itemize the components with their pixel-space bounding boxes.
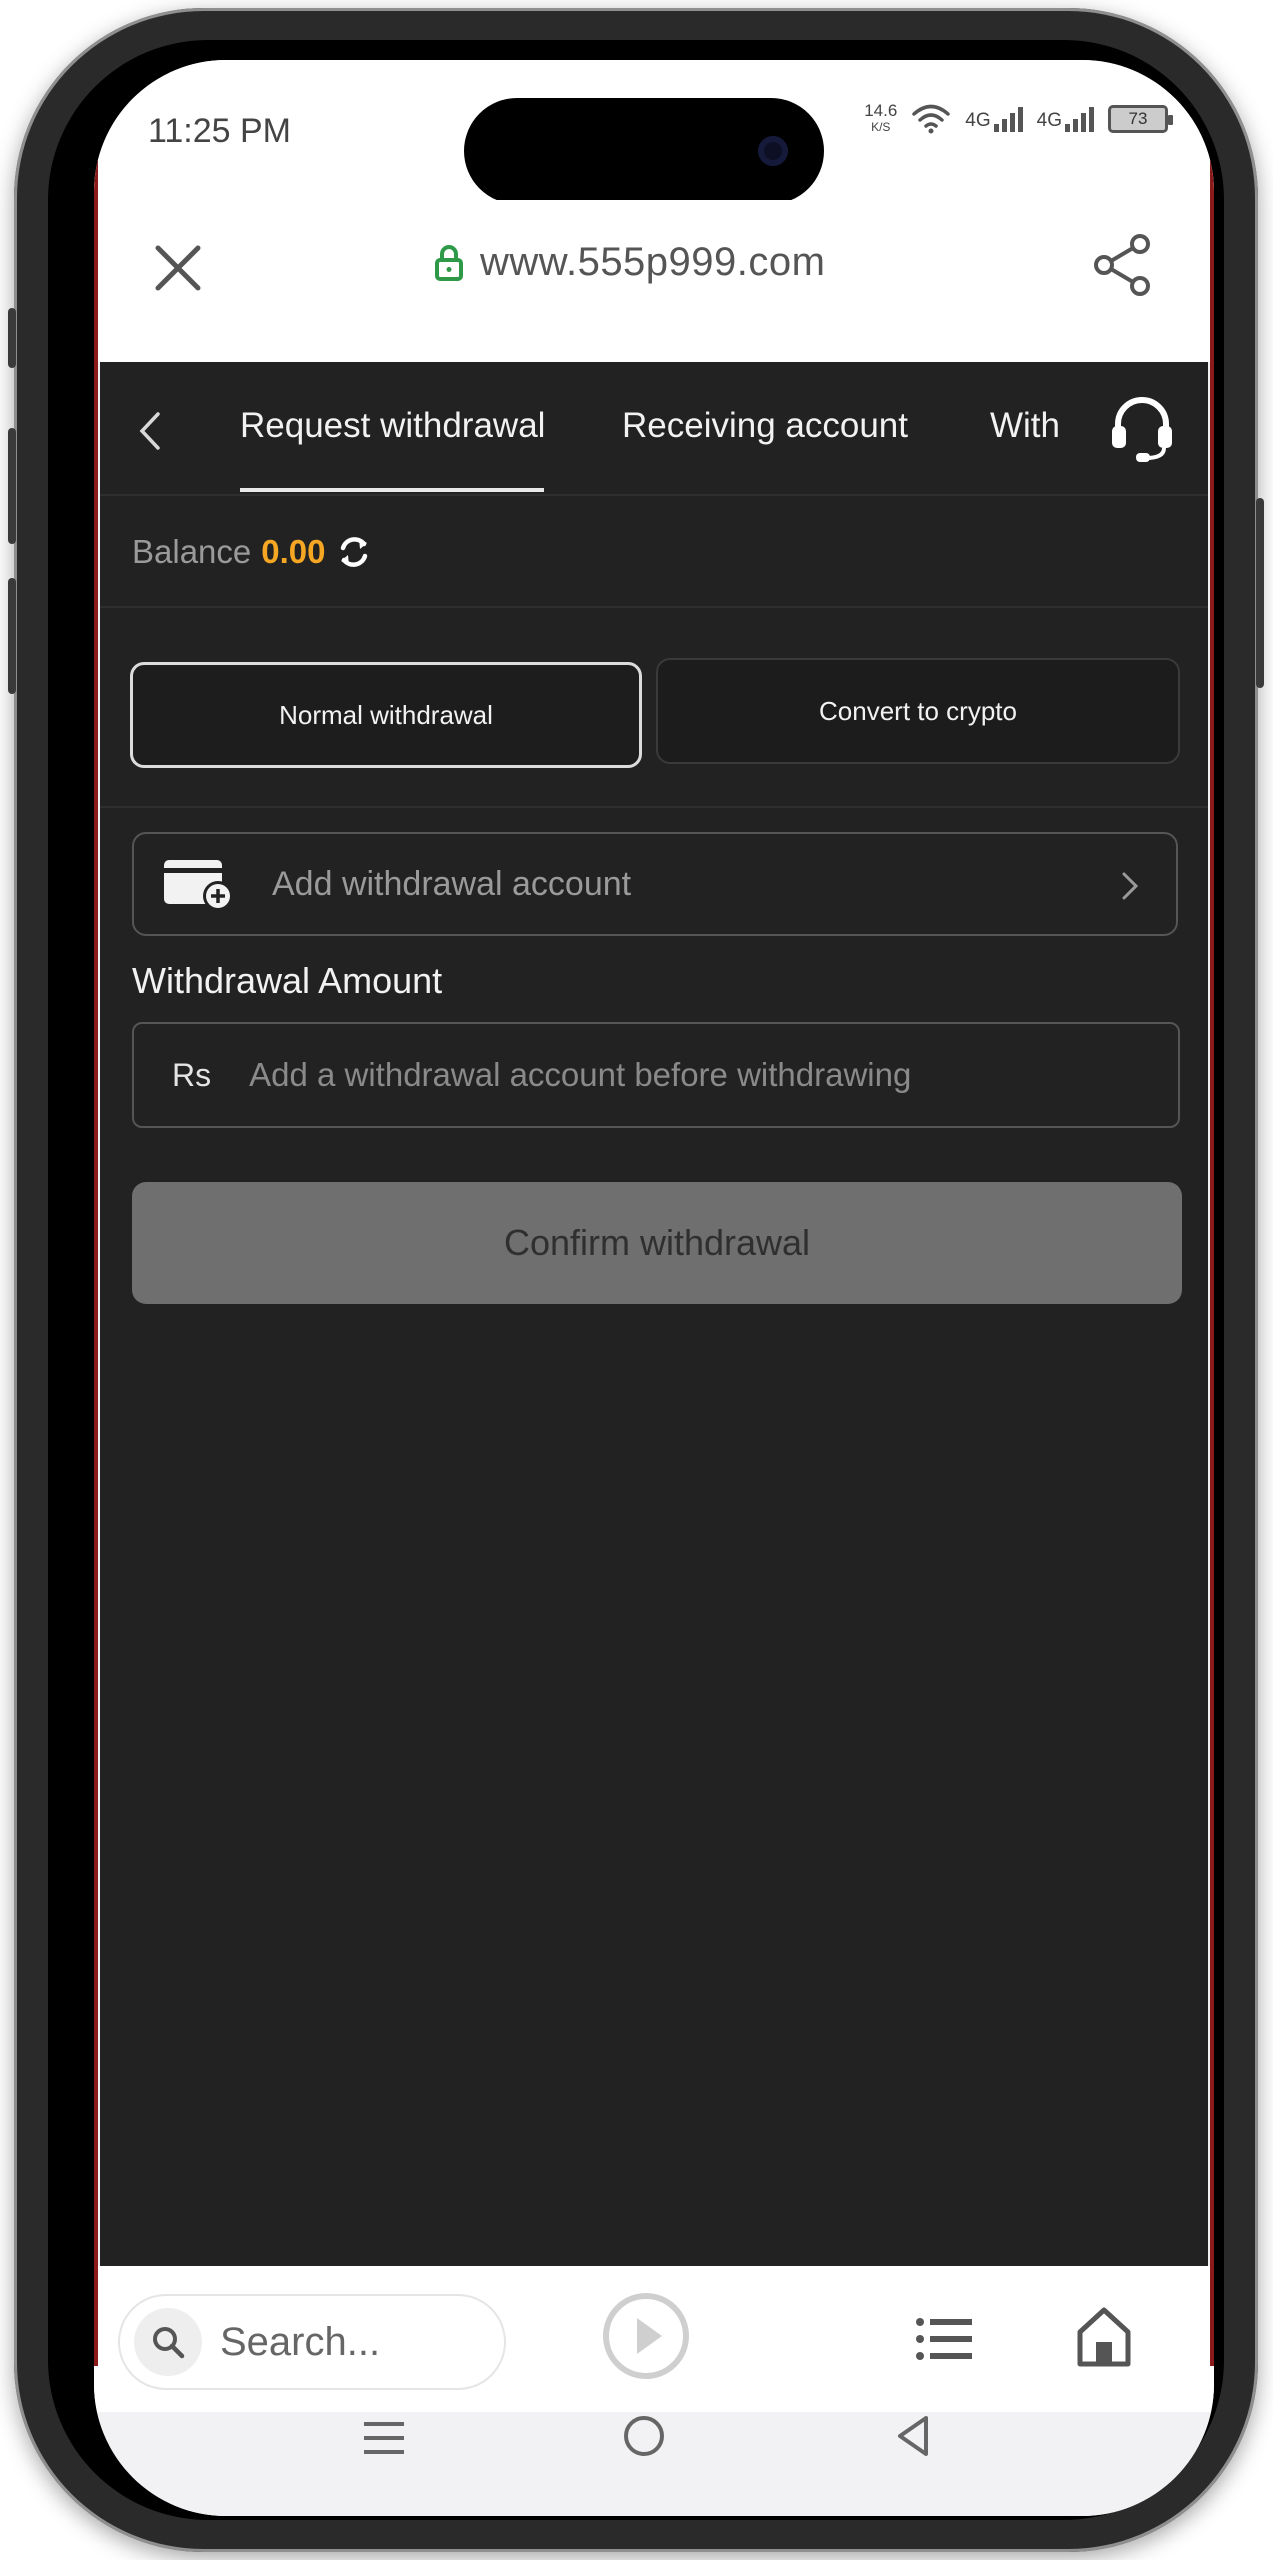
net-speed-unit: K/S: [871, 120, 891, 134]
tab-withdrawal-records[interactable]: With: [990, 406, 1060, 446]
signal-2-label: 4G: [1036, 110, 1062, 131]
status-time: 11:25 PM: [148, 112, 292, 150]
net-speed-value: 14.6: [864, 101, 898, 120]
dynamic-island: [464, 98, 824, 204]
normal-withdrawal-button[interactable]: Normal withdrawal: [130, 662, 642, 768]
power-button: [1256, 498, 1264, 688]
tab-bar: Request withdrawal Receiving account Wit…: [100, 362, 1208, 496]
tab-receiving-account[interactable]: Receiving account: [622, 406, 908, 446]
signal-1: 4G: [965, 106, 1023, 132]
lock-icon: [435, 244, 463, 281]
active-tab-indicator: [240, 488, 544, 492]
refresh-icon[interactable]: [336, 534, 372, 570]
withdrawal-amount-field[interactable]: Rs: [132, 1022, 1180, 1128]
convert-to-crypto-button[interactable]: Convert to crypto: [656, 658, 1180, 764]
confirm-withdrawal-button[interactable]: Confirm withdrawal: [132, 1182, 1182, 1304]
search-icon-wrap: [134, 2308, 202, 2376]
withdrawal-amount-label: Withdrawal Amount: [132, 960, 443, 1001]
back-arrow-icon[interactable]: [130, 406, 170, 456]
url-text: www.555p999.com: [480, 240, 826, 284]
add-withdrawal-account-row[interactable]: Add withdrawal account: [132, 832, 1178, 936]
phone-screen: 11:25 PM 14.6 K/S 4G 4G 73 www.555p999.c…: [94, 60, 1214, 2516]
list-icon[interactable]: [914, 2314, 974, 2364]
signal-1-bars-icon: [993, 106, 1023, 132]
phone-frame: 11:25 PM 14.6 K/S 4G 4G 73 www.555p999.c…: [8, 8, 1264, 2552]
system-home-icon[interactable]: [620, 2412, 668, 2460]
web-content: Request withdrawal Receiving account Wit…: [100, 362, 1208, 2266]
chevron-right-icon: [1122, 872, 1139, 900]
share-icon[interactable]: [1088, 230, 1158, 300]
screen-edge-right: [1210, 150, 1214, 2366]
signal-2-bars-icon: [1065, 106, 1094, 132]
search-placeholder: Search...: [220, 2319, 381, 2364]
currency-label: Rs: [172, 1056, 212, 1093]
url-display[interactable]: www.555p999.com: [434, 240, 825, 285]
browser-url-bar: www.555p999.com: [94, 200, 1214, 362]
status-bar: 11:25 PM 14.6 K/S 4G 4G 73: [94, 60, 1214, 204]
recent-apps-icon[interactable]: [362, 2416, 406, 2460]
home-icon[interactable]: [1074, 2304, 1134, 2368]
battery-level: 73: [1128, 109, 1148, 128]
wifi-icon: [912, 104, 951, 134]
system-nav-bar: [94, 2412, 1214, 2516]
net-speed: 14.6 K/S: [864, 102, 897, 136]
headset-icon[interactable]: [1106, 392, 1178, 464]
balance-value: 0.00: [261, 533, 326, 570]
browser-search-box[interactable]: Search...: [118, 2294, 506, 2390]
search-icon: [153, 2327, 185, 2359]
balance-label: Balance: [132, 533, 252, 570]
system-back-icon[interactable]: [890, 2412, 938, 2460]
add-withdrawal-account-label: Add withdrawal account: [272, 864, 632, 903]
camera-icon: [758, 136, 788, 166]
play-icon[interactable]: [600, 2290, 692, 2382]
volume-down-button: [8, 578, 16, 694]
withdrawal-method-row: Normal withdrawal Convert to crypto: [100, 612, 1208, 808]
status-icons: 14.6 K/S 4G 4G 73: [864, 102, 1173, 136]
balance-row: Balance 0.00: [100, 498, 1208, 608]
withdrawal-amount-input[interactable]: [249, 1056, 1130, 1094]
mute-switch: [8, 308, 16, 368]
volume-up-button: [8, 428, 16, 544]
tab-request-withdrawal[interactable]: Request withdrawal: [240, 406, 545, 446]
screen-edge-left: [94, 150, 98, 2366]
wallet-add-icon: [164, 860, 233, 911]
close-icon[interactable]: [150, 240, 206, 296]
signal-1-label: 4G: [965, 110, 991, 131]
battery-icon: 73: [1108, 105, 1173, 133]
signal-2: 4G: [1037, 106, 1094, 132]
browser-bottom-bar: Search...: [94, 2266, 1214, 2412]
